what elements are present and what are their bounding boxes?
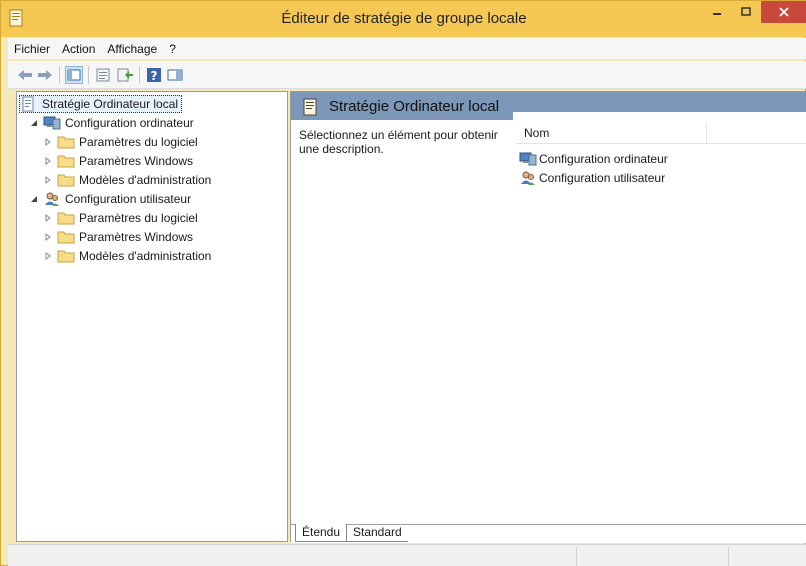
maximize-icon xyxy=(741,7,751,17)
minimize-icon xyxy=(712,7,722,17)
tree-label: Modèles d'administration xyxy=(79,249,212,263)
details-title: Stratégie Ordinateur local xyxy=(291,92,513,120)
folder-icon xyxy=(57,134,75,150)
tab-standard[interactable]: Standard xyxy=(347,524,408,542)
status-separator xyxy=(576,547,577,566)
folder-icon xyxy=(57,229,75,245)
expand-arrow-icon[interactable] xyxy=(43,137,53,147)
folder-icon xyxy=(57,210,75,226)
tab-etendu[interactable]: Étendu xyxy=(295,524,348,542)
tree-label: Paramètres du logiciel xyxy=(79,211,198,225)
expand-arrow-icon[interactable] xyxy=(43,175,53,185)
column-separator[interactable] xyxy=(706,122,707,144)
tree-item-parametres-windows[interactable]: Paramètres Windows xyxy=(43,152,193,170)
description-text: Sélectionnez un élément pour obtenir une… xyxy=(299,128,498,156)
status-separator xyxy=(728,547,729,566)
menu-action[interactable]: Action xyxy=(56,42,101,56)
back-arrow-icon[interactable] xyxy=(16,66,34,84)
list-item-configuration-utilisateur[interactable]: Configuration utilisateur xyxy=(519,169,665,187)
computer-icon xyxy=(43,115,61,131)
status-bar xyxy=(8,544,806,566)
minimize-button[interactable] xyxy=(703,1,731,23)
app-window: Éditeur de stratégie de groupe locale Fi… xyxy=(0,0,806,566)
expand-arrow-icon[interactable] xyxy=(43,232,53,242)
tree-label: Configuration utilisateur xyxy=(65,192,192,206)
toolbar-separator xyxy=(139,66,140,84)
properties-icon[interactable] xyxy=(94,66,112,84)
svg-text:?: ? xyxy=(151,69,158,83)
policy-doc-icon xyxy=(303,98,321,116)
show-hide-action-pane-icon[interactable] xyxy=(166,66,184,84)
close-button[interactable] xyxy=(761,1,806,23)
tree-item-configuration-utilisateur[interactable]: Configuration utilisateur xyxy=(29,190,191,208)
menu-bar: Fichier Action Affichage ? xyxy=(8,38,806,60)
collapse-arrow-icon[interactable] xyxy=(29,118,39,128)
expand-arrow-icon[interactable] xyxy=(43,156,53,166)
tree-item-user-parametres-windows[interactable]: Paramètres Windows xyxy=(43,228,193,246)
tree-pane[interactable]: Stratégie Ordinateur local Configuration… xyxy=(16,91,288,542)
details-title-text: Stratégie Ordinateur local xyxy=(329,97,500,115)
expand-arrow-icon[interactable] xyxy=(43,251,53,261)
tree-label: Paramètres du logiciel xyxy=(79,135,198,149)
details-pane: Stratégie Ordinateur local Sélectionnez … xyxy=(290,91,806,543)
menu-fichier[interactable]: Fichier xyxy=(8,42,56,56)
export-list-icon[interactable] xyxy=(116,66,134,84)
menu-help[interactable]: ? xyxy=(163,42,182,56)
folder-icon xyxy=(57,172,75,188)
tree-item-root[interactable]: Stratégie Ordinateur local xyxy=(19,95,183,113)
tree-label: Paramètres Windows xyxy=(79,154,194,168)
list-item-label: Configuration utilisateur xyxy=(539,171,666,185)
tree-label: Stratégie Ordinateur local xyxy=(42,97,179,111)
show-hide-tree-icon[interactable] xyxy=(65,66,83,84)
title-bar[interactable]: Éditeur de stratégie de groupe locale xyxy=(1,1,806,37)
column-header-nom[interactable]: Nom xyxy=(524,126,549,140)
view-tabs: Étendu Standard xyxy=(291,524,806,543)
close-icon xyxy=(779,7,789,17)
maximize-button[interactable] xyxy=(732,1,760,23)
users-icon xyxy=(519,170,537,186)
policy-doc-icon xyxy=(20,96,38,112)
help-icon[interactable]: ? xyxy=(145,66,163,84)
list-item-configuration-ordinateur[interactable]: Configuration ordinateur xyxy=(519,150,668,168)
toolbar-separator xyxy=(59,66,60,84)
folder-icon xyxy=(57,248,75,264)
tree-label: Configuration ordinateur xyxy=(65,116,194,130)
folder-icon xyxy=(57,153,75,169)
menu-affichage[interactable]: Affichage xyxy=(101,42,163,56)
tree-item-configuration-ordinateur[interactable]: Configuration ordinateur xyxy=(29,114,194,132)
tree-item-modeles-administration[interactable]: Modèles d'administration xyxy=(43,171,211,189)
collapse-arrow-icon[interactable] xyxy=(29,194,39,204)
tree-item-parametres-logiciel[interactable]: Paramètres du logiciel xyxy=(43,133,198,151)
expand-arrow-icon[interactable] xyxy=(43,213,53,223)
users-icon xyxy=(43,191,61,207)
list-item-label: Configuration ordinateur xyxy=(539,152,668,166)
toolbar: ? xyxy=(8,61,806,89)
forward-arrow-icon[interactable] xyxy=(36,66,54,84)
list-header: Nom xyxy=(516,122,806,144)
tree-label: Paramètres Windows xyxy=(79,230,194,244)
toolbar-separator xyxy=(88,66,89,84)
tree-item-user-modeles-administration[interactable]: Modèles d'administration xyxy=(43,247,211,265)
window-title: Éditeur de stratégie de groupe locale xyxy=(281,10,527,27)
computer-icon xyxy=(519,151,537,167)
tree-label: Modèles d'administration xyxy=(79,173,212,187)
tree-item-user-parametres-logiciel[interactable]: Paramètres du logiciel xyxy=(43,209,198,227)
